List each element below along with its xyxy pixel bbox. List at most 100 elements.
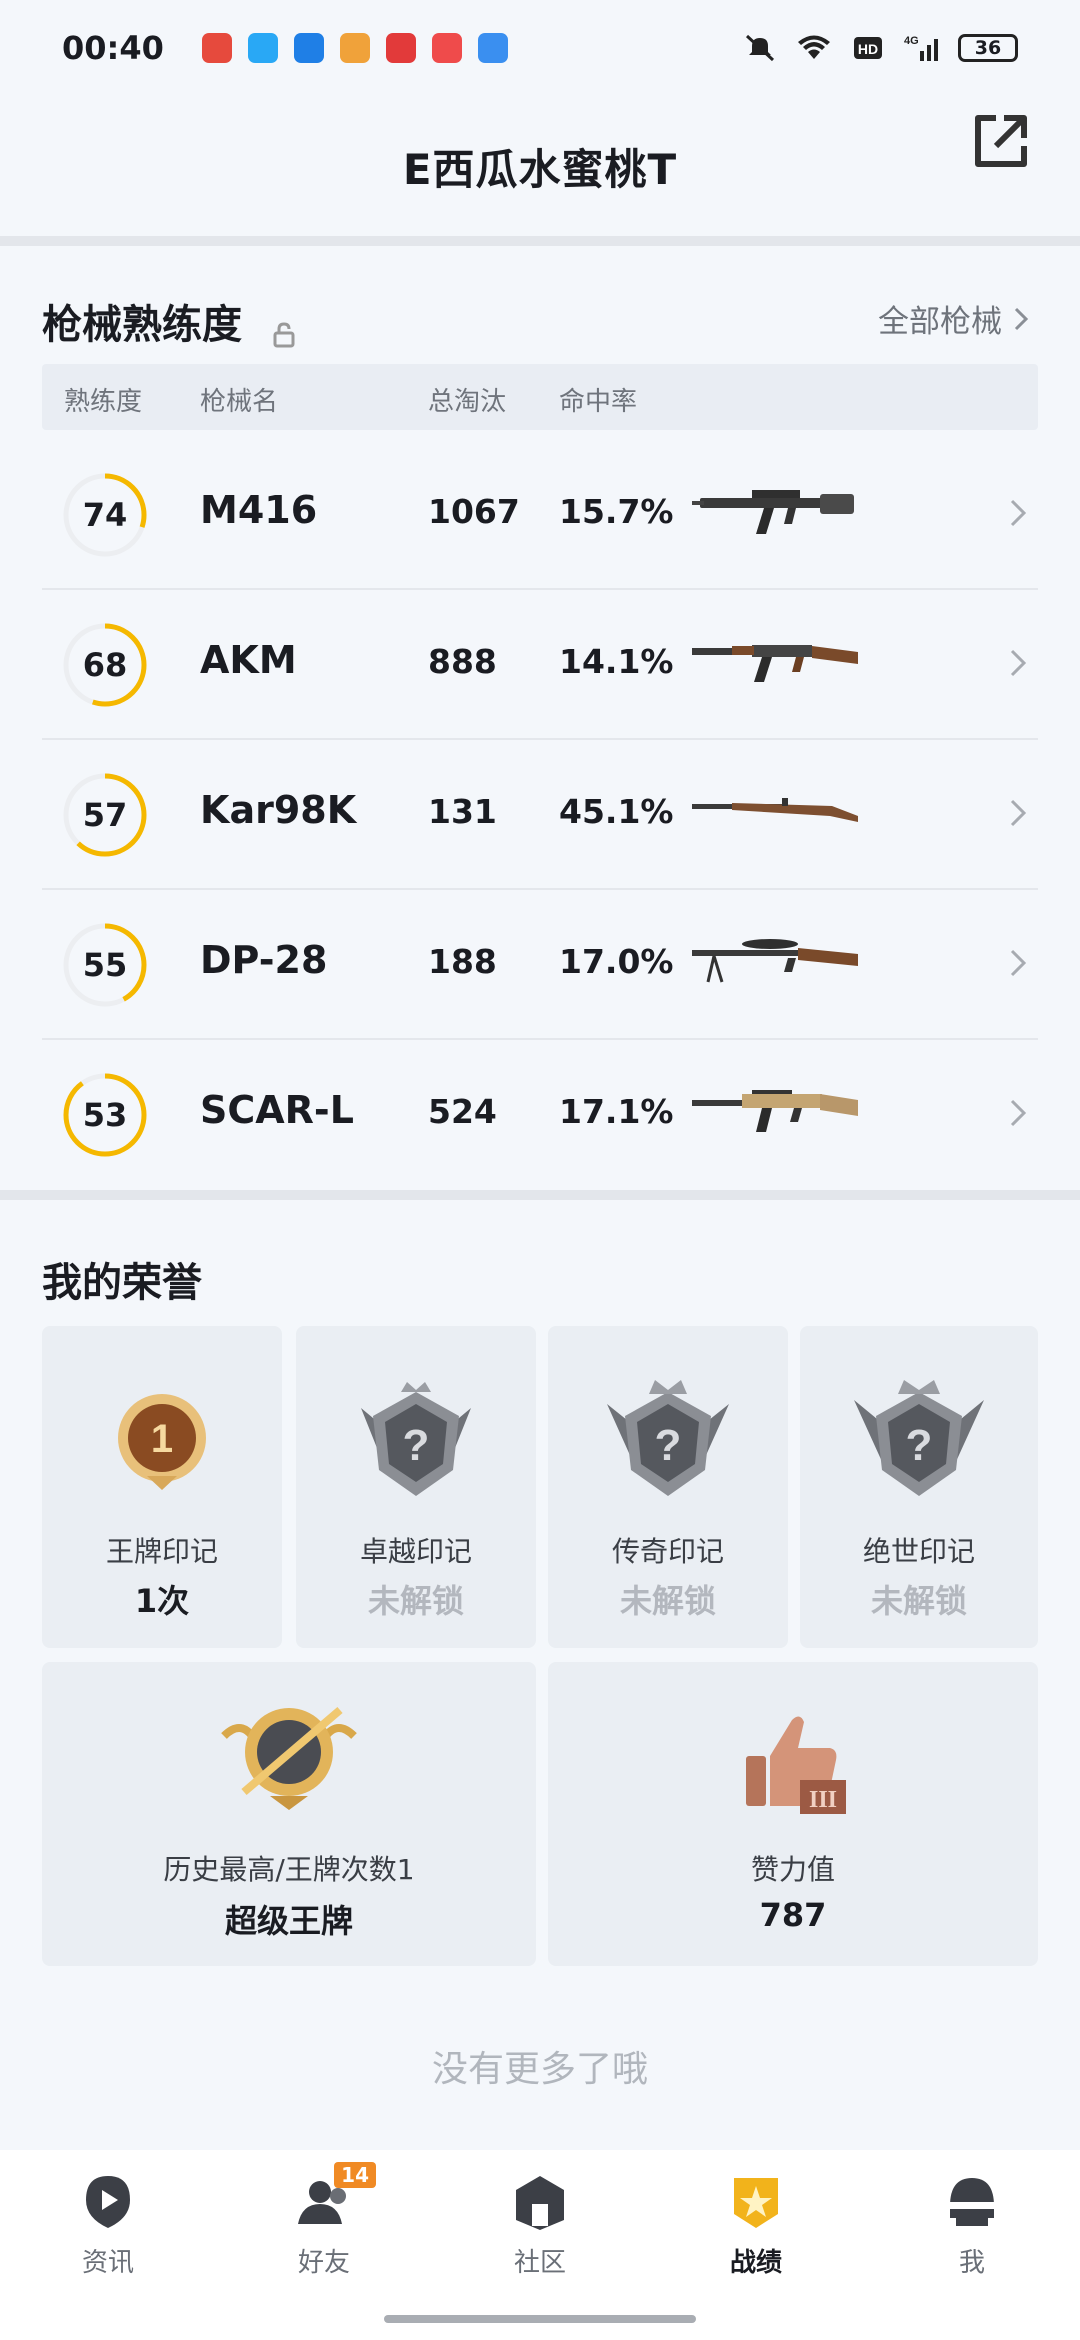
column-hit-rate: 命中率: [559, 387, 638, 417]
section-divider: [0, 1190, 1080, 1200]
honor-value: 1次: [134, 1582, 190, 1620]
honor-value: 787: [759, 1896, 827, 1934]
tab-friends[interactable]: 14 好友: [264, 2162, 384, 2279]
honor-card-legendary-mark[interactable]: ? 传奇印记 未解锁: [548, 1326, 788, 1648]
weapon-name: SCAR-L: [200, 1088, 354, 1132]
proficiency-value: 57: [82, 796, 128, 834]
weapon-kills: 524: [428, 1092, 497, 1131]
honors-section-title: 我的荣誉: [42, 1260, 202, 1306]
chevron-right-icon: [1010, 649, 1027, 677]
home-indicator[interactable]: [384, 2315, 696, 2323]
honor-label: 王牌印记: [105, 1535, 218, 1568]
weapon-table-header: 熟练度 枪械名 总淘汰 命中率: [42, 364, 1038, 430]
weapon-hit-rate: 45.1%: [559, 792, 674, 831]
weapon-row-dp28[interactable]: 55 DP-28 188 17.0%: [42, 890, 1038, 1040]
honor-label: 赞力值: [750, 1853, 835, 1886]
tab-label: 资讯: [81, 2248, 134, 2278]
locked-shield-icon: ?: [361, 1382, 471, 1496]
signal-icon: 4G: [904, 33, 940, 63]
hd-icon: HD: [850, 33, 886, 63]
weapon-name: Kar98K: [200, 788, 357, 832]
bottom-tab-bar: 资讯 14 好友 社区 战绩 我: [0, 2150, 1080, 2340]
chevron-right-icon: [1010, 499, 1027, 527]
weapon-section-title-text: 枪械熟练度: [42, 302, 242, 348]
honor-value: 未解锁: [367, 1582, 464, 1620]
proficiency-value: 55: [82, 946, 128, 984]
status-bar: 00:40 HD 4G 36: [0, 0, 1080, 96]
chevron-right-icon: [1010, 949, 1027, 977]
svg-text:?: ?: [403, 1421, 430, 1470]
music-icon: [385, 33, 416, 63]
weapon-row-m416[interactable]: 74 M416 1067 15.7%: [42, 440, 1038, 590]
chevron-right-icon: [1010, 1099, 1027, 1127]
tab-label: 好友: [297, 2248, 350, 2278]
weapon-kills: 188: [428, 942, 497, 981]
weapon-name: M416: [200, 488, 318, 532]
tab-label: 我: [958, 2248, 985, 2278]
status-time: 00:40: [62, 29, 164, 67]
battery-indicator: 36: [958, 34, 1018, 62]
chevron-right-icon: [1010, 799, 1027, 827]
tab-me[interactable]: 我: [912, 2172, 1032, 2279]
app-notification-icon: [201, 33, 232, 63]
tab-news[interactable]: 资讯: [48, 2172, 168, 2279]
m416-rifle-icon: [692, 490, 854, 534]
player-name: E西瓜水蜜桃T: [402, 144, 678, 194]
weapon-hit-rate: 15.7%: [559, 492, 674, 531]
dp28-machine-gun-icon: [692, 939, 858, 983]
video-icon: [431, 33, 462, 63]
svg-text:III: III: [809, 1787, 837, 1813]
honor-card-ace-mark[interactable]: 1 王牌印记 1次: [42, 1326, 282, 1648]
share-external-icon[interactable]: [966, 106, 1036, 176]
honor-card-likes[interactable]: III 赞力值 787: [548, 1662, 1038, 1966]
qq-icon: [247, 33, 278, 63]
friends-icon: 14: [294, 2162, 376, 2232]
tab-community[interactable]: 社区: [480, 2172, 600, 2279]
weapon-row-scar-l[interactable]: 53 SCAR-L 524 17.1%: [42, 1040, 1038, 1190]
weapon-hit-rate: 14.1%: [559, 642, 674, 681]
honor-card-highest-tier[interactable]: 历史最高/王牌次数1 超级王牌: [42, 1662, 536, 1966]
svg-text:HD: HD: [858, 41, 878, 57]
weapon-name: AKM: [200, 638, 297, 682]
weapon-section-title: 枪械熟练度: [42, 292, 298, 350]
helmet-profile-icon: [942, 2172, 1002, 2232]
locked-shield-icon: ?: [854, 1380, 984, 1496]
weapon-row-akm[interactable]: 68 AKM 888 14.1%: [42, 590, 1038, 740]
proficiency-value: 53: [82, 1096, 128, 1134]
honor-value: 未解锁: [870, 1582, 967, 1620]
tab-label: 战绩: [729, 2248, 782, 2278]
locked-shield-icon: ?: [607, 1380, 729, 1496]
community-house-icon: [510, 2172, 570, 2232]
tab-records[interactable]: 战绩: [696, 2172, 816, 2279]
column-weapon-name: 枪械名: [200, 387, 279, 417]
weapon-hit-rate: 17.0%: [559, 942, 674, 981]
scar-l-rifle-icon: [692, 1090, 858, 1132]
svg-text:?: ?: [655, 1421, 682, 1470]
weapon-name: DP-28: [200, 938, 328, 982]
honor-label: 传奇印记: [611, 1535, 724, 1568]
photos-icon: [339, 33, 370, 63]
lock-icon: [270, 313, 298, 348]
kar98k-rifle-icon: [692, 798, 858, 822]
proficiency-value: 68: [82, 646, 128, 684]
honor-label: 卓越印记: [359, 1535, 472, 1568]
super-ace-tier-icon: [221, 1706, 357, 1810]
weapon-kills: 131: [428, 792, 497, 831]
thumbs-up-trophy-icon: III: [746, 1716, 846, 1814]
weapon-kills: 888: [428, 642, 497, 681]
chevron-right-icon: [1014, 307, 1029, 330]
honor-card-excellent-mark[interactable]: ? 卓越印记 未解锁: [296, 1326, 536, 1648]
all-weapons-link[interactable]: 全部枪械: [878, 296, 1030, 341]
notification-app-icons: [201, 33, 508, 63]
honor-card-peerless-mark[interactable]: ? 绝世印记 未解锁: [800, 1326, 1038, 1648]
wifi-icon: [796, 33, 832, 63]
honor-value: 未解锁: [619, 1582, 716, 1620]
page-header: E西瓜水蜜桃T: [0, 96, 1080, 236]
no-more-content-text: 没有更多了哦: [431, 2049, 648, 2090]
weapon-hit-rate: 17.1%: [559, 1092, 674, 1131]
weapon-row-kar98k[interactable]: 57 Kar98K 131 45.1%: [42, 740, 1038, 890]
ace-medal-icon: 1: [118, 1394, 206, 1490]
app-store-icon: [477, 33, 508, 63]
section-divider: [0, 236, 1080, 246]
honor-label: 历史最高/王牌次数1: [163, 1853, 415, 1886]
